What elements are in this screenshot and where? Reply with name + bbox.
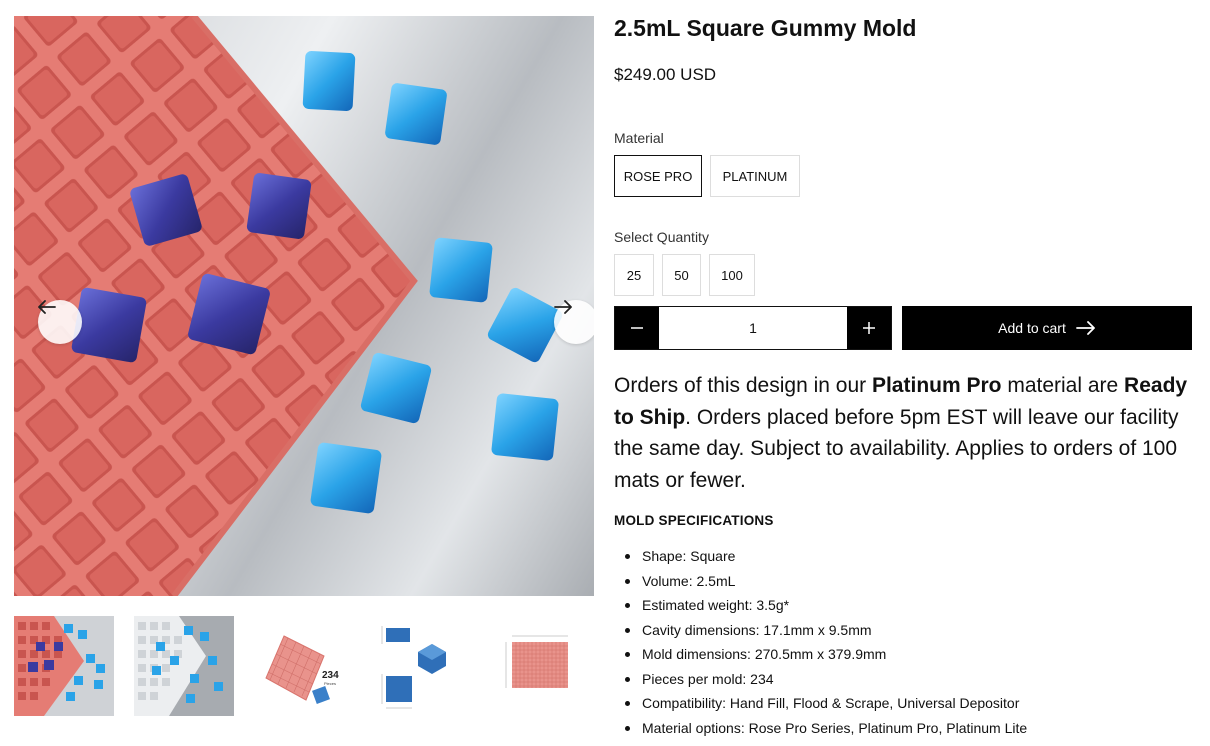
spec-item: Mold dimensions: 270.5mm x 379.9mm <box>614 642 1194 667</box>
desc-highlight-material: Platinum Pro <box>871 374 1002 397</box>
add-to-cart-label: Add to cart <box>998 320 1066 336</box>
quantity-input[interactable] <box>659 307 847 349</box>
quantity-increase-button[interactable] <box>847 307 891 349</box>
material-option-platinum[interactable]: PLATINUM <box>710 155 800 197</box>
thumbnail-strip: 234 Pieces <box>14 616 594 716</box>
thumb-count-sub: Pieces <box>324 681 336 686</box>
spec-item: Shape: Square <box>614 544 1194 569</box>
thumbnail-3[interactable]: 234 Pieces <box>254 616 354 716</box>
thumbnail-5[interactable] <box>494 616 594 716</box>
main-product-image <box>14 16 594 596</box>
spec-item: Pieces per mold: 234 <box>614 667 1194 692</box>
desc-text-1: Orders of this design in our <box>614 374 872 397</box>
spec-item: Estimated weight: 3.5g* <box>614 593 1194 618</box>
desc-text-3: . Orders placed before 5pm EST will leav… <box>614 405 1179 492</box>
spec-item: Volume: 2.5mL <box>614 569 1194 594</box>
gallery-next-button[interactable] <box>554 300 594 344</box>
thumbnail-image <box>374 616 474 716</box>
spec-item: Cavity dimensions: 17.1mm x 9.5mm <box>614 618 1194 643</box>
thumb-count: 234 <box>322 670 339 681</box>
product-price: $249.00 USD <box>614 65 717 84</box>
specs-list: Shape: Square Volume: 2.5mL Estimated we… <box>614 544 1194 740</box>
thumbnail-image <box>134 616 234 716</box>
thumbnail-image: 234 Pieces <box>254 616 354 716</box>
quantity-stepper <box>614 306 892 350</box>
thumbnail-image <box>494 616 594 716</box>
spec-item: Material options: Rose Pro Series, Plati… <box>614 716 1194 741</box>
shipping-description: Orders of this design in our Platinum Pr… <box>614 370 1194 496</box>
quantity-options: 25 50 100 <box>614 254 755 296</box>
quantity-select-label: Select Quantity <box>614 229 709 245</box>
product-photo <box>14 16 563 596</box>
quantity-option-50[interactable]: 50 <box>662 254 701 296</box>
thumbnail-2[interactable] <box>134 616 234 716</box>
material-option-rose-pro[interactable]: ROSE PRO <box>614 155 702 197</box>
thumbnail-1[interactable] <box>14 616 114 716</box>
product-title: 2.5mL Square Gummy Mold <box>614 15 917 41</box>
specs-heading: MOLD SPECIFICATIONS <box>614 513 774 528</box>
thumbnail-4[interactable] <box>374 616 474 716</box>
material-label: Material <box>614 130 664 146</box>
material-options: ROSE PRO PLATINUM <box>614 155 800 197</box>
minus-icon <box>631 327 643 329</box>
quantity-decrease-button[interactable] <box>615 307 659 349</box>
quantity-option-25[interactable]: 25 <box>614 254 654 296</box>
arrow-left-icon <box>38 300 56 314</box>
arrow-right-icon <box>1075 321 1095 335</box>
quantity-option-100[interactable]: 100 <box>709 254 755 296</box>
plus-icon <box>863 322 875 334</box>
add-to-cart-button[interactable]: Add to cart <box>902 306 1192 350</box>
gallery-prev-button[interactable] <box>38 300 82 344</box>
arrow-right-icon <box>554 300 572 314</box>
thumbnail-image <box>14 616 114 716</box>
desc-text-2: material are <box>1001 374 1125 397</box>
spec-item: Compatibility: Hand Fill, Flood & Scrape… <box>614 691 1194 716</box>
